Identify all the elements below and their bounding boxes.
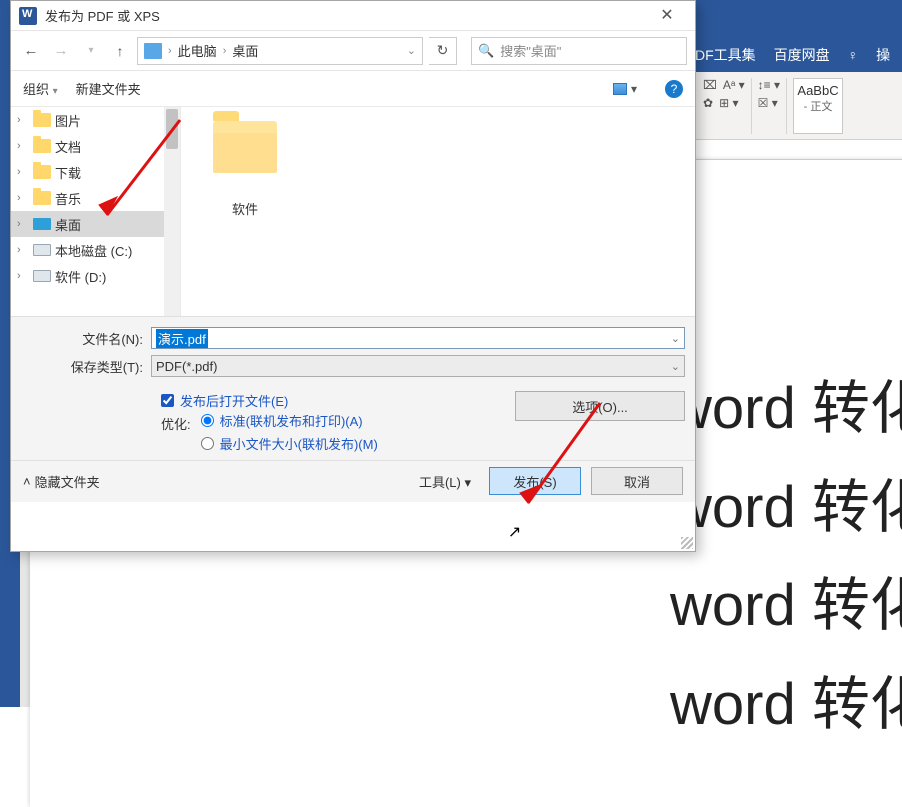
history-dropdown[interactable]: ▾ [79, 45, 103, 56]
ruler [695, 140, 902, 160]
nav-bar: ← → ▾ ↑ › 此电脑 › 桌面 ⌄ ↻ 🔍 搜索"桌面" [11, 31, 695, 71]
folder-item[interactable]: 软件 [205, 121, 285, 218]
tree-item-drive-d[interactable]: ›软件 (D:) [11, 263, 180, 289]
folder-icon [33, 113, 51, 127]
savetype-value: PDF(*.pdf) [156, 359, 217, 374]
hide-folders-link[interactable]: ˄隐藏文件夹 [23, 472, 100, 491]
tools-menu[interactable]: 工具(L) ▾ [419, 472, 471, 491]
doc-text-line: word 转化 [670, 656, 902, 755]
opt-min-radio[interactable]: 最小文件大小(联机发布)(M) [201, 437, 378, 454]
chevron-right-icon: › [168, 45, 172, 57]
doc-text-line: word 转化 [670, 557, 902, 656]
folder-icon [33, 139, 51, 153]
desktop-icon [33, 218, 51, 230]
crumb-desktop[interactable]: 桌面 [232, 41, 258, 60]
chevron-down-icon[interactable]: ⌄ [407, 44, 416, 57]
tree-scrollbar[interactable] [164, 107, 180, 316]
organize-menu[interactable]: 组织 ▾ [23, 79, 58, 98]
chevron-down-icon[interactable]: ⌄ [671, 332, 680, 345]
open-after-check[interactable] [161, 394, 174, 407]
radio-min[interactable] [201, 437, 214, 450]
back-button[interactable]: ← [19, 42, 43, 59]
filename-value: 演示.pdf [156, 329, 208, 348]
view-button[interactable]: ▾ [613, 82, 637, 96]
publish-button[interactable]: 发布(S) [489, 467, 581, 495]
fields: 文件名(N): 演示.pdf ⌄ 保存类型(T): PDF(*.pdf) ⌄ [11, 317, 695, 385]
help-button[interactable]: ? [665, 80, 683, 98]
chevron-right-icon: › [223, 45, 227, 57]
lightbulb-icon: ♀ [848, 47, 859, 63]
dialog-footer: ˄隐藏文件夹 工具(L) ▾ 发布(S) 取消 [11, 460, 695, 502]
options-button[interactable]: 选项(O)... [515, 391, 685, 421]
highlight-icon[interactable]: ✿⊞ ▾ [703, 96, 745, 110]
search-icon: 🔍 [478, 43, 494, 59]
savetype-label: 保存类型(T): [21, 357, 151, 376]
tree-item-drive-c[interactable]: ›本地磁盘 (C:) [11, 237, 180, 263]
ribbon-body: ⌧Aᵃ ▾ ✿⊞ ▾ ↕≡ ▾ ☒ ▾ AaBbC - 正文 [695, 72, 902, 140]
resize-grip[interactable] [681, 537, 693, 549]
dialog-title: 发布为 PDF 或 XPS [45, 6, 647, 25]
ribbon-tab-baidu[interactable]: 百度网盘 [774, 45, 830, 65]
file-list[interactable]: 软件 [181, 107, 695, 316]
divider [751, 78, 752, 134]
divider [786, 78, 787, 134]
search-input[interactable]: 🔍 搜索"桌面" [471, 37, 687, 65]
breadcrumb[interactable]: › 此电脑 › 桌面 ⌄ [137, 37, 423, 65]
cursor-icon [508, 522, 522, 540]
up-button[interactable]: ↑ [109, 43, 131, 59]
toolbar: 组织 ▾ 新建文件夹 ▾ ? [11, 71, 695, 107]
filename-input[interactable]: 演示.pdf ⌄ [151, 327, 685, 349]
drive-icon [33, 270, 51, 282]
doc-text-line: word 转化 [670, 459, 902, 558]
close-button[interactable]: ✕ [647, 2, 687, 30]
word-icon [19, 7, 37, 25]
folder-icon [33, 191, 51, 205]
tree-item-documents[interactable]: ›文档 [11, 133, 180, 159]
ribbon-tab-pdf[interactable]: DF工具集 [695, 45, 756, 65]
tree-item-music[interactable]: ›音乐 [11, 185, 180, 211]
drive-icon [33, 244, 51, 256]
chevron-up-icon: ˄ [23, 474, 31, 489]
dialog-body: ›图片 ›文档 ›下载 ›音乐 ›桌面 ›本地磁盘 (C:) ›软件 (D:) … [11, 107, 695, 317]
style-normal[interactable]: AaBbC - 正文 [793, 78, 843, 134]
forward-button[interactable]: → [49, 42, 73, 59]
line-spacing-icon[interactable]: ↕≡ ▾ [758, 78, 780, 92]
folder-label: 软件 [205, 199, 285, 218]
search-placeholder: 搜索"桌面" [500, 41, 561, 60]
nav-tree[interactable]: ›图片 ›文档 ›下载 ›音乐 ›桌面 ›本地磁盘 (C:) ›软件 (D:) [11, 107, 181, 316]
ribbon-tabs: DF工具集 百度网盘 ♀ 操 [695, 40, 902, 70]
radio-standard[interactable] [201, 414, 214, 427]
cancel-button[interactable]: 取消 [591, 467, 683, 495]
clear-format-icon[interactable]: ⌧Aᵃ ▾ [703, 78, 745, 92]
tell-me[interactable]: 操 [876, 45, 890, 65]
optimize-label: 优化: [161, 414, 191, 433]
opt-standard-radio[interactable]: 标准(联机发布和打印)(A) [201, 414, 378, 431]
crumb-this-pc[interactable]: 此电脑 [178, 41, 217, 60]
pc-icon [144, 43, 162, 59]
open-after-checkbox[interactable]: 发布后打开文件(E) [161, 391, 455, 410]
chevron-down-icon[interactable]: ⌄ [671, 360, 680, 373]
options-area: 发布后打开文件(E) 优化: 标准(联机发布和打印)(A) 最小文件大小(联机发… [11, 385, 695, 460]
publish-dialog: 发布为 PDF 或 XPS ✕ ← → ▾ ↑ › 此电脑 › 桌面 ⌄ ↻ 🔍… [10, 0, 696, 552]
folder-icon [213, 121, 277, 173]
doc-text-line: word 转化 [670, 360, 902, 459]
tree-item-desktop[interactable]: ›桌面 [11, 211, 180, 237]
shading-icon[interactable]: ☒ ▾ [758, 96, 780, 110]
folder-icon [33, 165, 51, 179]
tree-item-pictures[interactable]: ›图片 [11, 107, 180, 133]
refresh-button[interactable]: ↻ [429, 37, 457, 65]
dialog-titlebar: 发布为 PDF 或 XPS ✕ [11, 1, 695, 31]
filename-label: 文件名(N): [21, 329, 151, 348]
tree-item-downloads[interactable]: ›下载 [11, 159, 180, 185]
savetype-select[interactable]: PDF(*.pdf) ⌄ [151, 355, 685, 377]
new-folder-button[interactable]: 新建文件夹 [76, 79, 141, 98]
